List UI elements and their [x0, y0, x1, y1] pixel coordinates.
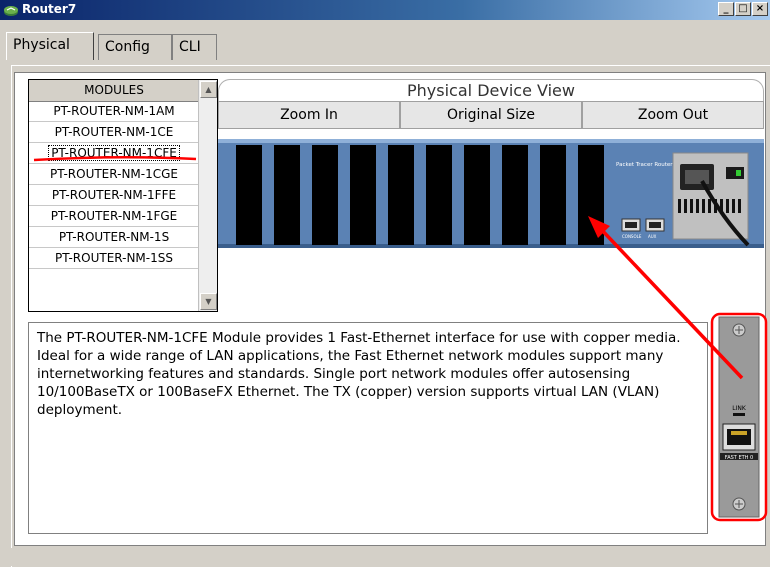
maximize-button[interactable]: □ — [735, 2, 751, 16]
close-button[interactable]: × — [752, 2, 768, 16]
empty-slot — [350, 145, 376, 245]
router-brand-label: Packet Tracer Router — [616, 162, 673, 168]
red-arrow-annotation — [588, 216, 744, 380]
modules-list[interactable]: MODULES PT-ROUTER-NM-1AM PT-ROUTER-NM-1C… — [28, 79, 218, 312]
window-controls: _ □ × — [718, 2, 768, 16]
module-item[interactable]: PT-ROUTER-NM-1FGE — [29, 206, 199, 227]
modules-header: MODULES — [29, 80, 199, 102]
physical-device-view-title: Physical Device View — [218, 79, 764, 101]
tab-config[interactable]: Config — [98, 34, 172, 60]
empty-slot — [426, 145, 452, 245]
empty-slot — [388, 145, 414, 245]
modules-scrollbar[interactable]: ▲ ▼ — [198, 80, 217, 311]
empty-slot — [502, 145, 528, 245]
original-size-button[interactable]: Original Size — [400, 101, 582, 129]
link-led-icon — [733, 413, 745, 416]
empty-slot — [236, 145, 262, 245]
scroll-down-arrow-icon[interactable]: ▼ — [200, 293, 217, 310]
port-label: FAST ETH 0 — [725, 455, 753, 461]
tab-physical[interactable]: Physical — [6, 32, 94, 60]
module-item[interactable]: PT-ROUTER-NM-1AM — [29, 101, 199, 122]
tab-cli[interactable]: CLI — [172, 34, 217, 60]
module-item[interactable]: PT-ROUTER-NM-1FFE — [29, 185, 199, 206]
status-bar — [0, 548, 770, 566]
module-item[interactable]: PT-ROUTER-NM-1CGE — [29, 164, 199, 185]
empty-slot — [540, 145, 566, 245]
module-item[interactable]: PT-ROUTER-NM-1SS — [29, 248, 199, 269]
scroll-up-arrow-icon[interactable]: ▲ — [200, 81, 217, 98]
minimize-button[interactable]: _ — [718, 2, 734, 16]
module-item[interactable]: PT-ROUTER-NM-1CE — [29, 122, 199, 143]
empty-slot — [274, 145, 300, 245]
link-led-label: LINK — [732, 405, 747, 412]
zoom-in-button[interactable]: Zoom In — [218, 101, 400, 129]
router-app-icon — [4, 6, 18, 16]
window-title: Router7 — [22, 2, 77, 16]
empty-slot — [312, 145, 338, 245]
power-switch-icon — [726, 167, 744, 179]
zoom-out-button[interactable]: Zoom Out — [582, 101, 764, 129]
red-underline-annotation — [33, 155, 197, 162]
module-item[interactable]: PT-ROUTER-NM-1S — [29, 227, 199, 248]
empty-slot — [464, 145, 490, 245]
title-bar[interactable]: Router7 _ □ × — [0, 0, 770, 20]
